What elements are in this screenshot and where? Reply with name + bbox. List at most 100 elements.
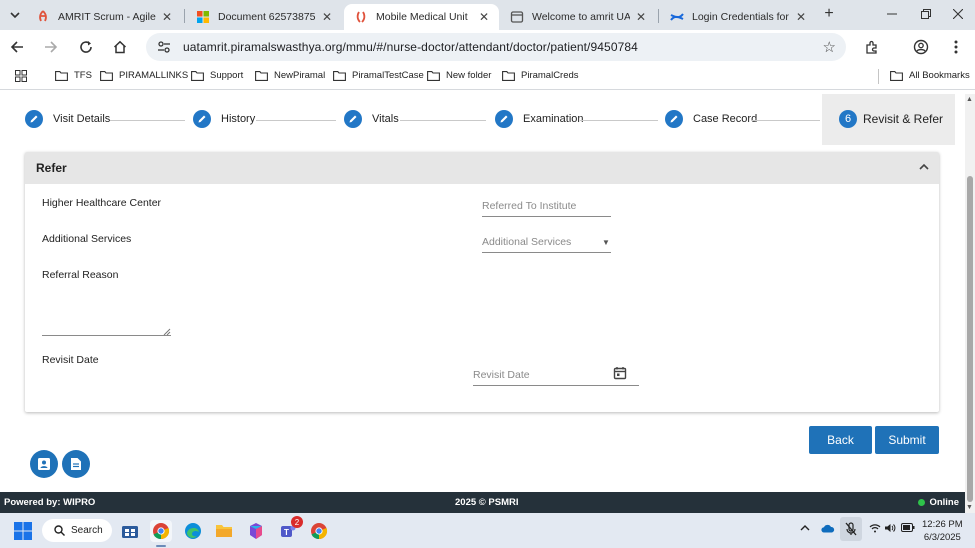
patient-profile-button[interactable] xyxy=(30,450,58,478)
step-vitals[interactable]: Vitals xyxy=(344,110,399,128)
bookmark-tfs[interactable]: TFS xyxy=(55,70,92,81)
step-visit-details[interactable]: Visit Details xyxy=(25,110,110,128)
browser-tab-welcome-amrit[interactable]: Welcome to amrit UAT e ✕ xyxy=(500,4,656,30)
page-icon xyxy=(510,11,524,23)
online-status: Online xyxy=(918,497,959,508)
referred-to-institute-input[interactable] xyxy=(482,199,611,217)
additional-services-select[interactable] xyxy=(482,235,611,253)
step-case-record[interactable]: Case Record xyxy=(665,110,757,128)
browser-tab-login-credentials[interactable]: Login Credentials for all S ✕ xyxy=(660,4,816,30)
step-history[interactable]: History xyxy=(193,110,255,128)
browser-tab-mobile-medical-unit[interactable]: Mobile Medical Unit ✕ xyxy=(344,4,499,30)
bookmark-new-folder[interactable]: New folder xyxy=(427,70,491,81)
back-button[interactable]: Back xyxy=(809,426,872,454)
new-tab-plus-icon[interactable]: + xyxy=(820,5,838,23)
browser-tab-document[interactable]: Document 625738757.do ✕ xyxy=(186,4,342,30)
folder-icon xyxy=(502,70,515,81)
jira-icon xyxy=(39,10,47,22)
address-bar[interactable]: uatamrit.piramalswasthya.org/mmu/#/nurse… xyxy=(146,33,846,61)
calendar-icon[interactable] xyxy=(613,366,627,380)
bookmark-star-icon[interactable]: ☆ xyxy=(823,38,836,56)
page-scrollbar[interactable]: ▲ ▼ xyxy=(965,94,975,513)
clock-time: 12:26 PM xyxy=(922,519,963,530)
copyright-text: 2025 © PSMRI xyxy=(455,497,519,508)
scroll-up-arrow-icon[interactable]: ▲ xyxy=(966,96,973,103)
browser-tab-amrit-scrum[interactable]: AMRIT Scrum - Agile Boa ✕ xyxy=(26,4,182,30)
minimize-icon[interactable] xyxy=(882,5,902,23)
edit-pencil-icon xyxy=(495,110,513,128)
browser-tab-bar: AMRIT Scrum - Agile Boa ✕ Document 62573… xyxy=(0,0,975,30)
close-tab-icon[interactable]: ✕ xyxy=(636,10,646,24)
task-view-icon[interactable] xyxy=(119,520,141,542)
close-tab-icon[interactable]: ✕ xyxy=(796,10,806,24)
microphone-muted-icon[interactable] xyxy=(840,517,862,541)
chevron-up-icon[interactable] xyxy=(919,162,929,172)
online-dot-icon xyxy=(918,499,926,506)
powered-by-text: Powered by: WIPRO xyxy=(4,497,96,508)
battery-icon[interactable] xyxy=(901,523,915,535)
amrit-icon xyxy=(356,11,366,23)
forward-arrow-icon[interactable] xyxy=(41,37,61,57)
dropdown-arrow-icon[interactable]: ▼ xyxy=(602,238,610,247)
microsoft-365-icon[interactable] xyxy=(245,520,267,542)
speaker-icon[interactable] xyxy=(884,523,896,536)
teams-icon[interactable]: T 2 xyxy=(277,516,303,542)
onedrive-cloud-icon[interactable] xyxy=(821,524,835,536)
profile-icon[interactable] xyxy=(911,37,931,57)
back-arrow-icon[interactable] xyxy=(7,37,27,57)
all-bookmarks[interactable]: All Bookmarks xyxy=(890,70,970,81)
tab-label: Document 625738757.do xyxy=(218,11,316,23)
bookmark-newpiramal[interactable]: NewPiramal xyxy=(255,70,325,81)
close-tab-icon[interactable]: ✕ xyxy=(479,10,489,24)
tab-label: Welcome to amrit UAT e xyxy=(532,11,630,23)
bookmarks-bar: TFS PIRAMALLINKS Support NewPiramal Pira… xyxy=(0,64,975,90)
system-clock[interactable]: 12:26 PM 6/3/2025 xyxy=(922,518,963,544)
step-examination[interactable]: Examination xyxy=(495,110,584,128)
bookmark-piramalcreds[interactable]: PiramalCreds xyxy=(502,70,579,81)
apps-grid-icon[interactable] xyxy=(15,70,27,82)
scrollbar-thumb[interactable] xyxy=(967,176,973,502)
windows-taskbar: Search T 2 12:26 PM 6/3/2025 xyxy=(0,513,975,548)
refer-panel-header[interactable]: Refer xyxy=(25,152,939,184)
kebab-menu-icon[interactable] xyxy=(946,37,966,57)
bookmark-support[interactable]: Support xyxy=(191,70,243,81)
step-label: Revisit & Refer xyxy=(863,112,944,126)
revisit-date-label: Revisit Date xyxy=(42,354,99,366)
chrome-taskbar-icon[interactable] xyxy=(150,520,172,542)
close-tab-icon[interactable]: ✕ xyxy=(162,10,172,24)
document-icon xyxy=(71,458,81,470)
scroll-down-arrow-icon[interactable]: ▼ xyxy=(966,504,973,511)
submit-button[interactable]: Submit xyxy=(875,426,939,454)
edit-pencil-icon xyxy=(344,110,362,128)
bookmark-piramallinks[interactable]: PIRAMALLINKS xyxy=(100,70,188,81)
site-settings-icon[interactable] xyxy=(156,39,172,55)
extensions-icon[interactable] xyxy=(862,37,882,57)
bookmark-piramaltestcase[interactable]: PiramalTestCase xyxy=(333,70,424,81)
windows-start-icon[interactable] xyxy=(12,520,34,542)
resize-handle-icon[interactable] xyxy=(163,328,171,336)
home-icon[interactable] xyxy=(110,37,130,57)
restore-icon[interactable] xyxy=(916,5,936,23)
svg-text:T: T xyxy=(284,528,289,537)
file-explorer-icon[interactable] xyxy=(213,520,235,542)
close-window-icon[interactable] xyxy=(948,5,968,23)
reload-icon[interactable] xyxy=(76,37,96,57)
edit-pencil-icon xyxy=(25,110,43,128)
show-hidden-icons-chevron-icon[interactable] xyxy=(800,523,810,535)
chrome-second-window-icon[interactable] xyxy=(308,520,330,542)
referral-reason-textarea[interactable] xyxy=(42,290,171,336)
tab-label: Login Credentials for all S xyxy=(692,11,790,23)
taskbar-search[interactable]: Search xyxy=(42,519,112,542)
close-tab-icon[interactable]: ✕ xyxy=(322,10,332,24)
contact-card-icon xyxy=(38,458,50,470)
edit-pencil-icon xyxy=(665,110,683,128)
tab-search-chevron-icon[interactable] xyxy=(6,6,24,24)
edge-icon[interactable] xyxy=(182,520,204,542)
case-sheet-button[interactable] xyxy=(62,450,90,478)
tab-label: Mobile Medical Unit xyxy=(376,11,468,23)
folder-icon xyxy=(191,70,204,81)
step-revisit-refer[interactable]: 6 Revisit & Refer xyxy=(822,94,955,145)
higher-healthcare-label: Higher Healthcare Center xyxy=(42,197,162,209)
wifi-icon[interactable] xyxy=(869,523,881,536)
folder-icon xyxy=(255,70,268,81)
